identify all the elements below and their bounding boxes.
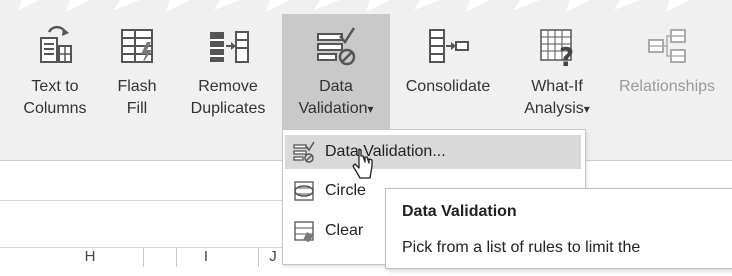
column-separator [143,248,144,267]
consolidate-icon [426,22,470,70]
text-to-columns-label: Text to Columns [23,76,86,120]
relationships-icon [645,22,689,70]
data-validation-label: Data Validation▾ [298,76,373,120]
menu-item-label: Clear [325,222,364,239]
label-line-1: Remove [198,78,258,95]
label-line-1: Consolidate [405,78,491,95]
svg-text:?: ? [559,43,574,68]
remove-duplicates-button[interactable]: Remove Duplicates [178,14,278,154]
relationships-button[interactable]: Relationships [606,14,728,154]
relationships-label: Relationships [619,76,715,98]
column-header-i[interactable]: I [176,248,236,276]
remove-duplicates-label: Remove Duplicates [191,76,266,120]
data-validation-button[interactable]: Data Validation▾ [282,14,390,129]
flash-fill-icon [115,22,159,70]
label-line-1: What-If [531,78,583,95]
label-line-2: Columns [23,100,87,117]
label-line-1: Text to [31,78,79,95]
flash-fill-label: Flash Fill [117,76,156,120]
menu-item-label: Data Validation... [325,143,446,160]
label-line-1: Flash [117,78,157,95]
remove-duplicates-icon [206,22,250,70]
label-line-2: Fill [126,100,148,117]
what-if-analysis-label: What-If Analysis▾ [524,76,590,120]
menu-item-data-validation[interactable]: Data Validation... [285,135,581,169]
label-line-2: Analysis [524,100,584,117]
column-header-h[interactable]: H [60,248,120,276]
label-line-2: Validation [298,100,368,117]
data-validation-icon [314,22,358,70]
torn-edge [0,0,732,14]
clear-circles-icon [289,216,319,246]
circle-invalid-icon [289,176,319,206]
label-line-1: Data [319,78,353,95]
menu-item-label: Circle [325,182,366,199]
flash-fill-button[interactable]: Flash Fill [108,14,166,154]
text-to-columns-button[interactable]: Text to Columns [10,14,100,154]
label-line-1: Relationships [618,78,716,95]
chevron-down-icon: ▾ [367,102,374,116]
what-if-analysis-icon: ? [535,22,579,70]
chevron-down-icon: ▾ [583,102,590,116]
tooltip-body: Pick from a list of rules to limit the [402,239,641,256]
consolidate-label: Consolidate [406,76,491,98]
mouse-cursor-icon [352,148,373,179]
data-validation-small-icon [289,137,319,167]
label-line-2: Duplicates [190,100,266,117]
tooltip-title: Data Validation [402,203,517,220]
data-validation-tooltip: Data Validation Pick from a list of rule… [385,188,732,269]
text-to-columns-icon [33,22,77,70]
